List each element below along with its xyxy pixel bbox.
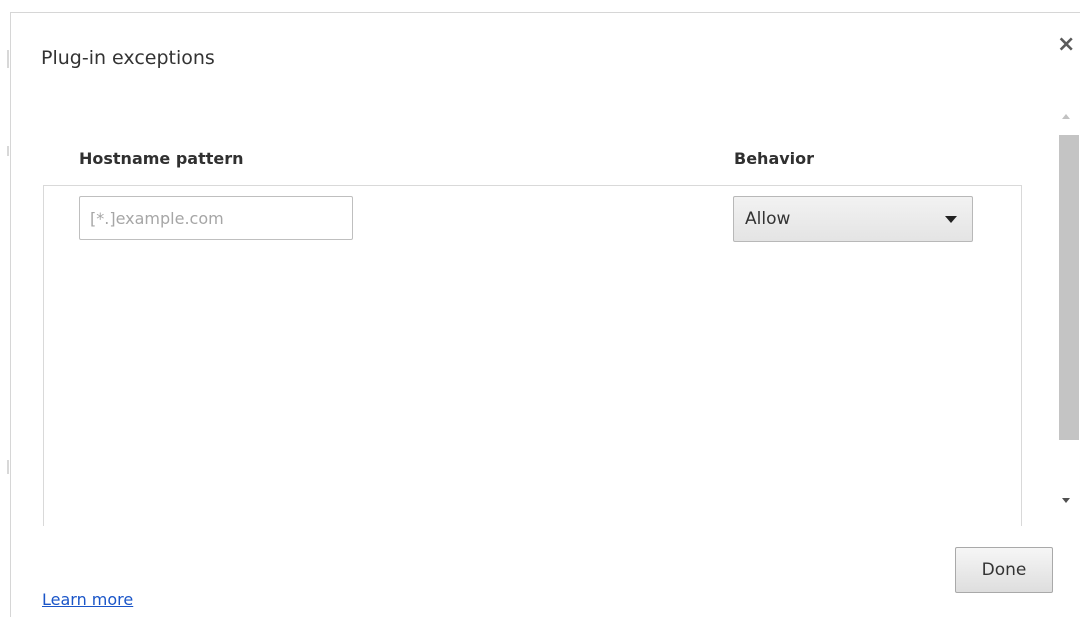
scroll-down-arrow-icon[interactable] — [1062, 498, 1070, 503]
done-button[interactable]: Done — [955, 547, 1053, 593]
edge-mark — [7, 146, 9, 156]
close-icon[interactable]: × — [1057, 32, 1075, 57]
scroll-thumb[interactable] — [1059, 135, 1079, 440]
behavior-select[interactable]: Allow — [733, 196, 973, 242]
dialog-title: Plug-in exceptions — [41, 47, 215, 69]
edge-mark — [7, 460, 9, 474]
scroll-up-arrow-icon[interactable] — [1062, 114, 1070, 119]
edge-mark — [7, 50, 9, 68]
page: Plug-in exceptions × Hostname pattern Be… — [0, 0, 1080, 617]
column-header-hostname: Hostname pattern — [79, 149, 244, 168]
dropdown-arrow-icon — [945, 216, 957, 223]
hostname-pattern-input[interactable] — [79, 196, 353, 240]
column-header-behavior: Behavior — [734, 149, 815, 168]
plugin-exceptions-dialog: Plug-in exceptions × Hostname pattern Be… — [10, 12, 1080, 617]
list-scrollbar[interactable] — [1052, 100, 1080, 520]
exceptions-list: Allow — [43, 185, 1022, 526]
learn-more-link[interactable]: Learn more — [42, 590, 133, 609]
left-edge — [0, 0, 10, 617]
behavior-selected-value: Allow — [745, 209, 791, 229]
